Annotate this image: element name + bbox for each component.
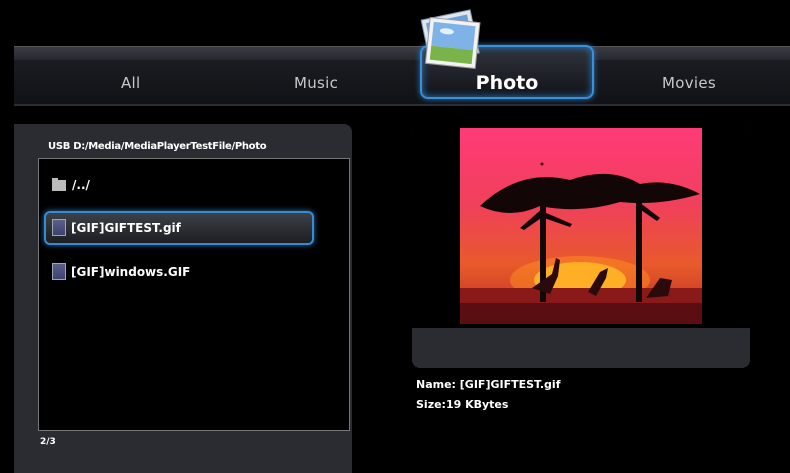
list-item-label: [GIF]GIFTEST.gif xyxy=(71,220,181,235)
file-size-info: Size:19 KBytes xyxy=(416,398,509,411)
item-position: 2/3 xyxy=(40,437,56,447)
preview-image xyxy=(460,128,702,324)
top-bar xyxy=(14,46,790,61)
list-item-parent-folder[interactable]: /../ xyxy=(52,177,90,192)
file-list xyxy=(38,158,350,431)
folder-icon xyxy=(52,177,66,191)
photo-stack-icon xyxy=(420,9,481,70)
list-item-label: /../ xyxy=(72,178,90,192)
tab-bar-divider xyxy=(14,104,790,106)
list-item-giftest[interactable]: [GIF]GIFTEST.gif xyxy=(52,219,181,236)
tab-photo-label: Photo xyxy=(475,72,539,94)
list-item-label: [GIF]windows.GIF xyxy=(71,264,191,279)
list-item-windows[interactable]: [GIF]windows.GIF xyxy=(52,263,190,280)
image-file-icon xyxy=(52,263,66,280)
media-player-screen: All Music Movies Photo USB D:/Media/Medi… xyxy=(0,0,790,473)
current-path: USB D:/Media/MediaPlayerTestFile/Photo xyxy=(48,141,267,152)
image-file-icon xyxy=(52,219,66,236)
file-name-info: Name: [GIF]GIFTEST.gif xyxy=(416,378,561,391)
tab-movies[interactable]: Movies xyxy=(662,74,716,92)
tab-music[interactable]: Music xyxy=(294,74,338,92)
tab-all[interactable]: All xyxy=(121,74,141,92)
